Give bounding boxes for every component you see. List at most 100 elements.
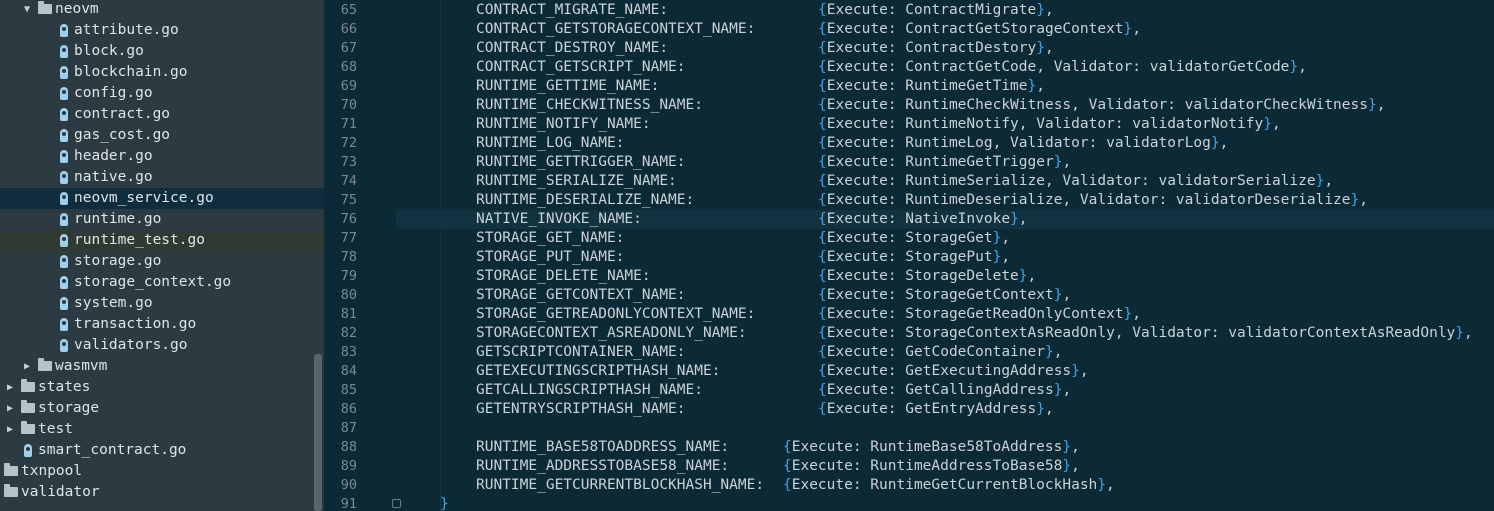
line-number: 70 bbox=[340, 97, 357, 113]
line-number: 67 bbox=[340, 40, 357, 56]
chevron-right-icon[interactable]: ▶ bbox=[5, 419, 15, 440]
map-value: {Execute: StorageDelete}, bbox=[818, 268, 1037, 284]
map-key: GETENTRYSCRIPTHASH_NAME: bbox=[476, 401, 686, 417]
tree-item-label: neovm_service.go bbox=[74, 190, 214, 206]
map-key: RUNTIME_GETTRIGGER_NAME: bbox=[476, 154, 686, 170]
line-number: 80 bbox=[340, 287, 357, 303]
map-value: {Execute: RuntimeGetTrigger}, bbox=[818, 154, 1072, 170]
folder-icon bbox=[4, 463, 18, 476]
tree-folder[interactable]: ▶ states bbox=[0, 377, 324, 398]
chevron-right-icon[interactable]: ▶ bbox=[5, 377, 15, 398]
code-line: RUNTIME_BASE58TOADDRESS_NAME: {Execute: R… bbox=[324, 438, 1494, 457]
fold-marker-icon[interactable] bbox=[392, 499, 401, 508]
tree-item-label: config.go bbox=[74, 85, 153, 101]
tree-item-label: runtime_test.go bbox=[74, 232, 205, 248]
tree-file[interactable]: system.go bbox=[0, 293, 324, 314]
line-number: 82 bbox=[340, 325, 357, 341]
map-value: {Execute: RuntimeGetCurrentBlockHash}, bbox=[783, 477, 1115, 493]
map-value: {Execute: GetCodeContainer}, bbox=[818, 344, 1063, 360]
tree-file[interactable]: runtime.go bbox=[0, 209, 324, 230]
tree-item-label: system.go bbox=[74, 295, 153, 311]
tree-folder[interactable]: txnpool bbox=[0, 461, 324, 482]
map-value: {Execute: RuntimeAddressToBase58}, bbox=[783, 458, 1080, 474]
go-file-icon bbox=[24, 444, 32, 457]
tree-item-label: contract.go bbox=[74, 106, 171, 122]
map-key: STORAGE_GETCONTEXT_NAME: bbox=[476, 287, 686, 303]
map-key: GETEXECUTINGSCRIPTHASH_NAME: bbox=[476, 363, 721, 379]
map-key: RUNTIME_LOG_NAME: bbox=[476, 135, 625, 151]
folder-icon bbox=[21, 379, 35, 392]
code-line: RUNTIME_SERIALIZE_NAME: {Execute: Runtime… bbox=[324, 172, 1494, 191]
line-number: 91 bbox=[340, 496, 357, 511]
code-line: CONTRACT_MIGRATE_NAME: {Execute: Contract… bbox=[324, 1, 1494, 20]
tree-folder[interactable]: validator bbox=[0, 482, 324, 503]
go-file-icon bbox=[60, 108, 68, 121]
tree-file[interactable]: storage.go bbox=[0, 251, 324, 272]
tree-file[interactable]: transaction.go bbox=[0, 314, 324, 335]
line-number: 79 bbox=[340, 268, 357, 284]
code-line: STORAGE_GETCONTEXT_NAME: {Execute: Storag… bbox=[324, 286, 1494, 305]
line-number: 78 bbox=[340, 249, 357, 265]
code-line: NATIVE_INVOKE_NAME: {Execute: NativeInvok… bbox=[324, 210, 1494, 229]
go-file-icon bbox=[60, 87, 68, 100]
tree-folder[interactable]: ▶ test bbox=[0, 419, 324, 440]
line-number: 87 bbox=[340, 420, 357, 436]
code-line: CONTRACT_GETSTORAGECONTEXT_NAME: {Execute… bbox=[324, 20, 1494, 39]
go-file-icon bbox=[60, 213, 68, 226]
code-line: RUNTIME_NOTIFY_NAME: {Execute: RuntimeNot… bbox=[324, 115, 1494, 134]
code-editor[interactable]: CONTRACT_MIGRATE_NAME: {Execute: Contract… bbox=[324, 0, 1494, 511]
chevron-right-icon[interactable]: ▶ bbox=[5, 398, 15, 419]
go-file-icon bbox=[60, 129, 68, 142]
tree-file[interactable]: attribute.go bbox=[0, 20, 324, 41]
line-number: 75 bbox=[340, 192, 357, 208]
tree-item-label: transaction.go bbox=[74, 316, 197, 332]
tree-file[interactable]: smart_contract.go bbox=[0, 440, 324, 461]
map-key: RUNTIME_BASE58TOADDRESS_NAME: bbox=[476, 439, 730, 455]
tree-folder[interactable]: ▶ wasmvm bbox=[0, 356, 324, 377]
tree-file[interactable]: runtime_test.go bbox=[0, 230, 324, 251]
tree-folder[interactable]: ▶ storage bbox=[0, 398, 324, 419]
tree-item-label: storage.go bbox=[74, 253, 162, 269]
chevron-down-icon[interactable]: ▼ bbox=[22, 0, 32, 20]
map-key: STORAGE_GETREADONLYCONTEXT_NAME: bbox=[476, 306, 756, 322]
tree-file[interactable]: contract.go bbox=[0, 104, 324, 125]
map-key: NATIVE_INVOKE_NAME: bbox=[476, 211, 642, 227]
map-key: CONTRACT_MIGRATE_NAME: bbox=[476, 2, 669, 18]
folder-icon bbox=[38, 1, 52, 14]
line-number: 76 bbox=[340, 211, 357, 227]
tree-file[interactable]: neovm_service.go bbox=[0, 188, 324, 209]
map-value: {Execute: RuntimeNotify, Validator: vali… bbox=[818, 116, 1281, 132]
map-value: {Execute: GetExecutingAddress}, bbox=[818, 363, 1089, 379]
go-file-icon bbox=[60, 45, 68, 58]
tree-file[interactable]: blockchain.go bbox=[0, 62, 324, 83]
code-line: STORAGECONTEXT_ASREADONLY_NAME: {Execute:… bbox=[324, 324, 1494, 343]
go-file-icon bbox=[60, 150, 68, 163]
code-line: STORAGE_GET_NAME: {Execute: StorageGet}, bbox=[324, 229, 1494, 248]
code-line: RUNTIME_DESERIALIZE_NAME: {Execute: Runti… bbox=[324, 191, 1494, 210]
line-number: 77 bbox=[340, 230, 357, 246]
line-number: 74 bbox=[340, 173, 357, 189]
line-number: 81 bbox=[340, 306, 357, 322]
tree-file[interactable]: header.go bbox=[0, 146, 324, 167]
map-key: RUNTIME_GETCURRENTBLOCKHASH_NAME: bbox=[476, 477, 765, 493]
tree-file[interactable]: gas_cost.go bbox=[0, 125, 324, 146]
chevron-right-icon[interactable]: ▶ bbox=[22, 356, 32, 377]
tree-file[interactable]: block.go bbox=[0, 41, 324, 62]
map-value: {Execute: ContractMigrate}, bbox=[818, 2, 1054, 18]
line-number: 66 bbox=[340, 21, 357, 37]
map-key: RUNTIME_ADDRESSTOBASE58_NAME: bbox=[476, 458, 730, 474]
tree-file[interactable]: storage_context.go bbox=[0, 272, 324, 293]
tree-item-label: attribute.go bbox=[74, 22, 179, 38]
map-value: {Execute: ContractDestory}, bbox=[818, 40, 1054, 56]
sidebar-scrollbar[interactable] bbox=[314, 354, 322, 511]
line-number: 69 bbox=[340, 78, 357, 94]
line-number: 68 bbox=[340, 59, 357, 75]
tree-folder[interactable]: ▼ neovm bbox=[0, 0, 324, 20]
code-line: } bbox=[324, 495, 1494, 511]
code-line: RUNTIME_GETTIME_NAME: {Execute: RuntimeGe… bbox=[324, 77, 1494, 96]
tree-file[interactable]: validators.go bbox=[0, 335, 324, 356]
tree-file[interactable]: native.go bbox=[0, 167, 324, 188]
line-number: 72 bbox=[340, 135, 357, 151]
tree-file[interactable]: config.go bbox=[0, 83, 324, 104]
go-file-icon bbox=[60, 234, 68, 247]
